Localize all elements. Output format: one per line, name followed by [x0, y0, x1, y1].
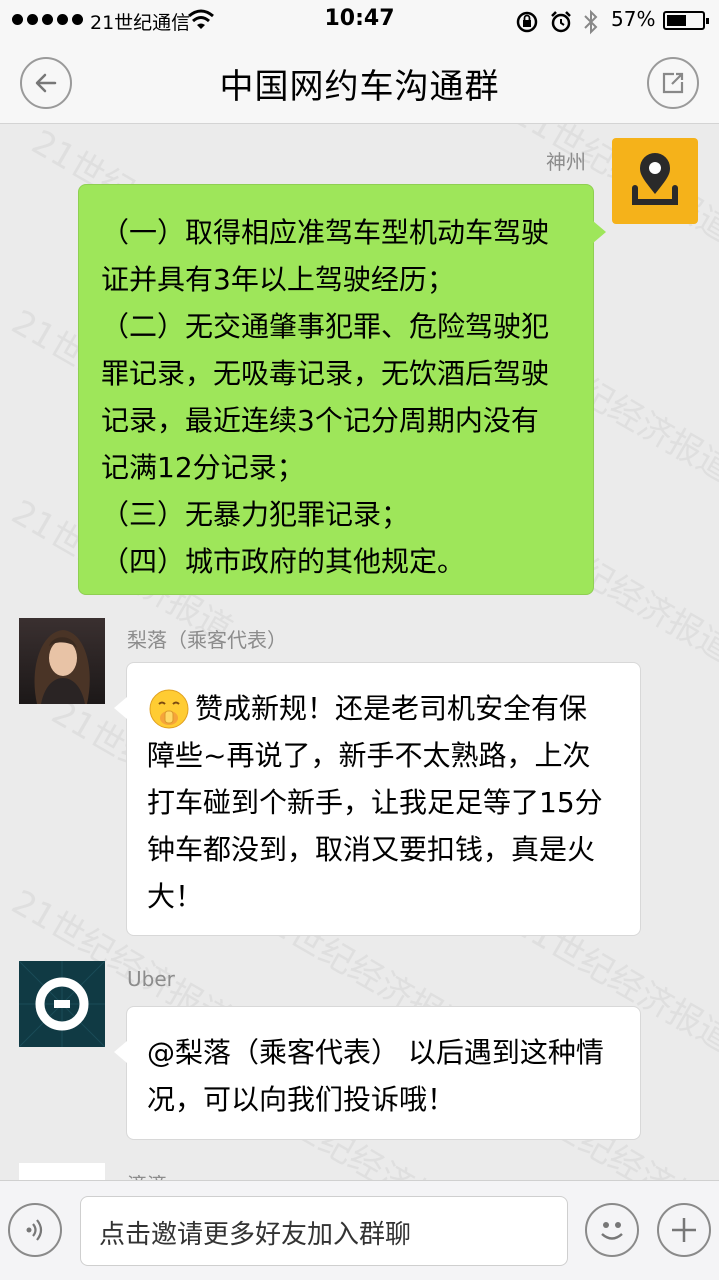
message-line: 打车碰到个新手，让我足足等了15分 — [147, 786, 603, 819]
status-bar: 21世纪通信 10:47 57% — [0, 0, 719, 42]
alarm-icon — [551, 11, 571, 33]
message-bubble[interactable]: @梨落（乘客代表） 以后遇到这种情 况，可以向我们投诉哦！ — [114, 1006, 641, 1140]
plus-button[interactable] — [657, 1203, 711, 1257]
message-sender: 神州 — [546, 150, 586, 174]
chat-area[interactable]: 21世纪经济报道 21世纪经济报道 21世纪经济报道 21世纪经济报道 21世纪… — [0, 124, 719, 1180]
share-button[interactable] — [647, 57, 699, 109]
plus-icon — [672, 1218, 696, 1242]
battery-percent: 57% — [611, 7, 656, 31]
message-sender: 梨落（乘客代表） — [127, 628, 287, 652]
voice-icon — [26, 1219, 43, 1241]
avatar-shenzhou[interactable] — [612, 138, 698, 224]
message-line: 记满12分记录； — [101, 451, 305, 484]
message-line: 赞成新规！还是老司机安全有保 — [195, 692, 588, 725]
shenzhou-logo-icon — [632, 153, 678, 205]
message-line: （四）城市政府的其他规定。 — [101, 545, 466, 578]
message-line: （二）无交通肇事犯罪、危险驾驶犯 — [101, 310, 550, 343]
message-bubble[interactable]: 赞成新规！还是老司机安全有保 障些~再说了，新手不太熟路，上次 打车碰到个新手，… — [114, 662, 641, 936]
avatar-liluo[interactable] — [19, 618, 105, 704]
input-bar: 点击邀请更多好友加入群聊 — [0, 1180, 719, 1280]
message-sender: 滴滴 — [127, 1169, 167, 1180]
message-line: @梨落（乘客代表） 以后遇到这种情 — [147, 1036, 604, 1069]
shush-emoji-icon — [149, 689, 189, 728]
page-title: 中国网约车沟通群 — [219, 67, 500, 107]
message-line: 障些~再说了，新手不太熟路，上次 — [147, 739, 591, 772]
message-line: 大！ — [147, 880, 204, 913]
nav-bar: 中国网约车沟通群 — [0, 42, 719, 124]
message-line: 记录，最近连续3个记分周期内没有 — [101, 404, 539, 437]
message-input[interactable]: 点击邀请更多好友加入群聊 — [80, 1196, 568, 1266]
message-sender: Uber — [127, 967, 175, 991]
message-line: 证并具有3年以上驾驶经历； — [101, 263, 455, 296]
avatar-uber[interactable] — [19, 961, 105, 1047]
avatar-didi[interactable] — [19, 1163, 105, 1180]
emoji-button[interactable] — [585, 1203, 639, 1257]
share-icon — [662, 72, 684, 94]
voice-button[interactable] — [8, 1203, 62, 1257]
user-photo-icon — [34, 630, 90, 704]
message-line: 罪记录，无吸毒记录，无饮酒后驾驶 — [101, 357, 550, 390]
message-bubble[interactable]: （一）取得相应准驾车型机动车驾驶 证并具有3年以上驾驶经历； （二）无交通肇事犯… — [78, 184, 606, 595]
emoji-icon — [601, 1222, 623, 1240]
bluetooth-icon — [584, 9, 598, 35]
rotation-lock-icon — [516, 11, 538, 33]
battery-icon — [663, 11, 709, 30]
message-line: 况，可以向我们投诉哦！ — [147, 1083, 456, 1116]
message-line: 钟车都没到，取消又要扣钱，真是火 — [147, 833, 596, 866]
uber-logo-icon — [19, 961, 105, 1047]
message-line: （三）无暴力犯罪记录； — [101, 498, 410, 531]
message-line: （一）取得相应准驾车型机动车驾驶 — [101, 216, 550, 249]
